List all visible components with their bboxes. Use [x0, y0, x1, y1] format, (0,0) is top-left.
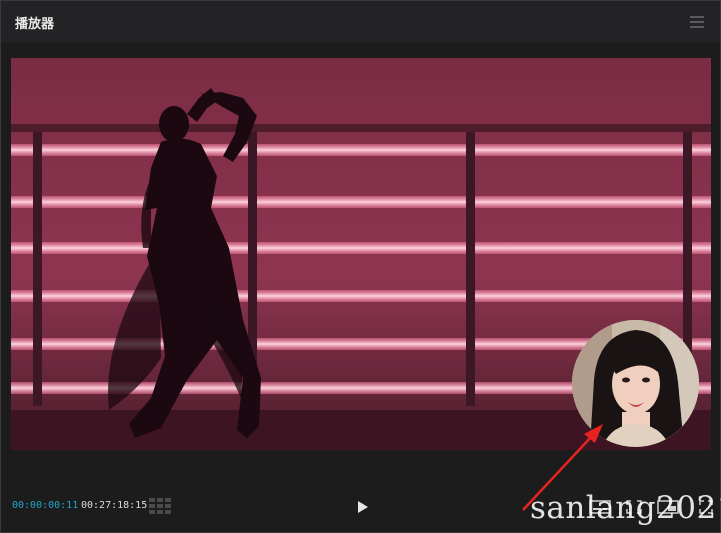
picture-in-picture-icon[interactable]	[657, 499, 679, 514]
window-title: 播放器	[15, 17, 55, 32]
play-icon	[358, 501, 368, 513]
menu-icon[interactable]	[690, 16, 704, 28]
playlist-icon[interactable]	[149, 498, 171, 514]
fullscreen-icon[interactable]	[699, 499, 713, 514]
total-time: 00:27:18:15	[81, 500, 148, 511]
title-bar: 播放器	[1, 1, 720, 43]
play-button[interactable]	[353, 497, 371, 517]
screenshot-icon[interactable]	[626, 499, 642, 514]
control-bar: 00:00:00:11 00:27:18:15	[1, 491, 720, 525]
webcam-avatar	[572, 320, 699, 447]
subtitle-icon[interactable]	[589, 499, 611, 514]
player-window: 播放器 00:00:00:11 00:27:18:15	[0, 0, 721, 533]
current-time: 00:00:00:11	[12, 500, 79, 511]
